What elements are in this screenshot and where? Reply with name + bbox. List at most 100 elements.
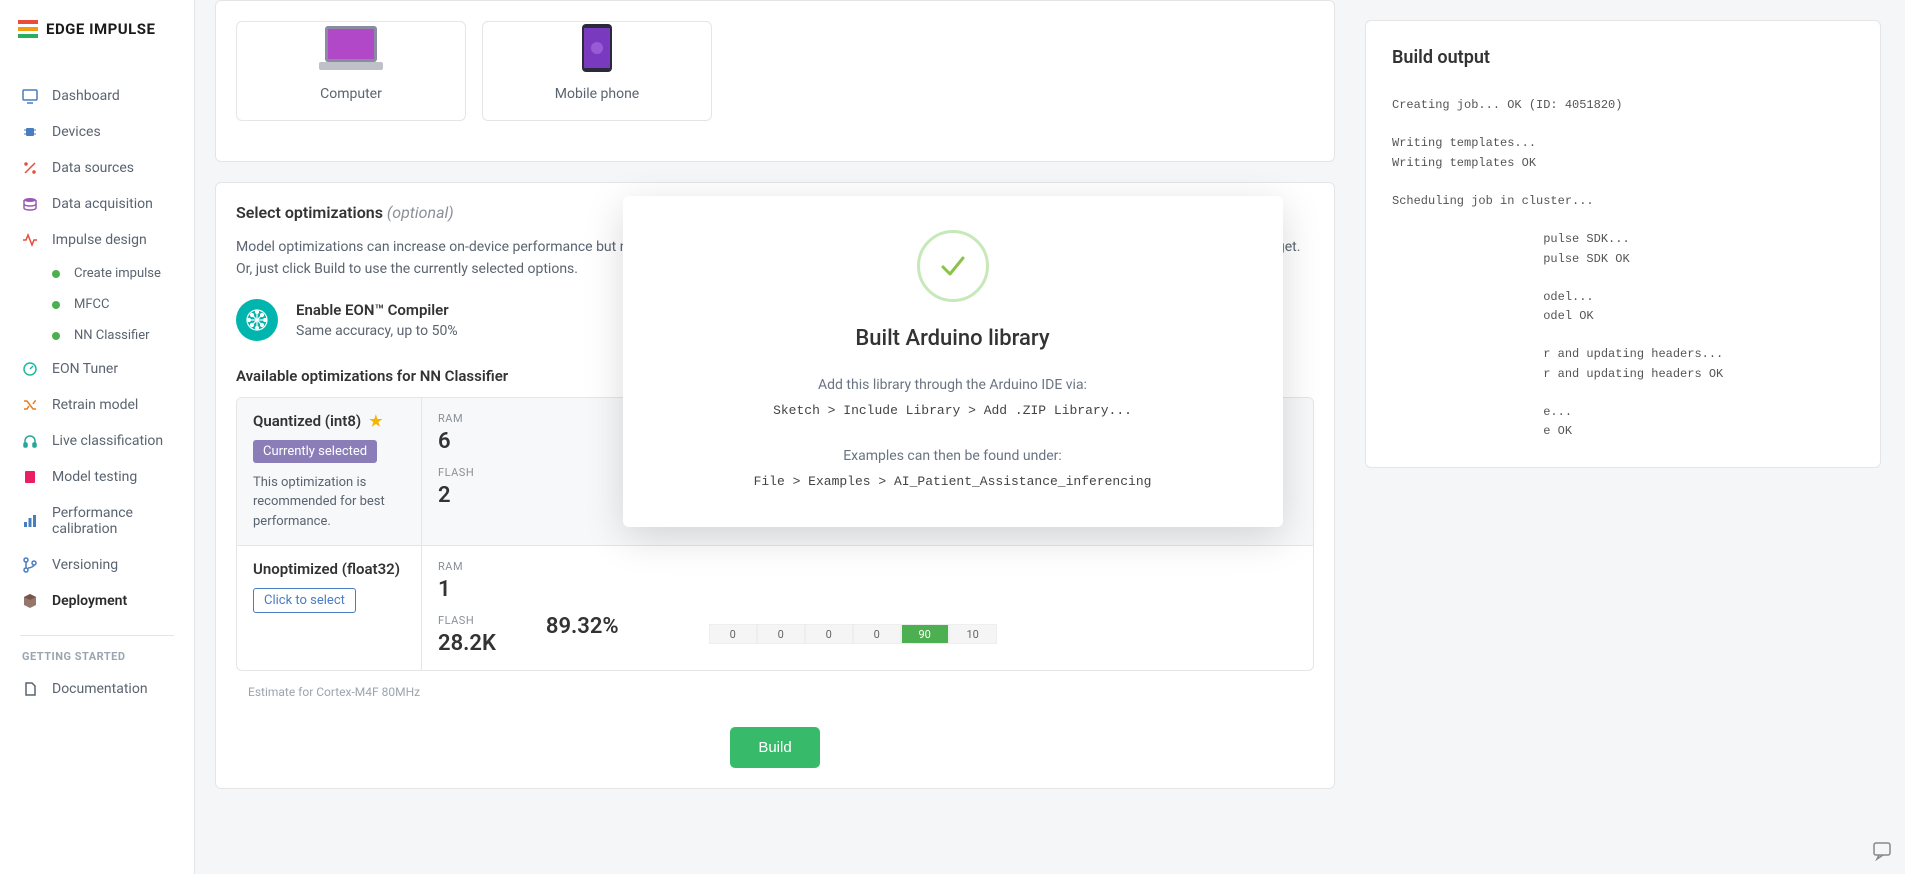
eon-title: Enable EON™ Compiler [296, 301, 458, 319]
gauge-icon [22, 361, 38, 377]
modal-instruction: Add this library through the Arduino IDE… [663, 377, 1243, 393]
ram-label: RAM [438, 412, 474, 425]
flash-value: 2 [438, 483, 474, 508]
modal-code-path: Sketch > Include Library > Add .ZIP Libr… [663, 403, 1243, 418]
click-to-select-button[interactable]: Click to select [253, 588, 356, 613]
pulse-icon [22, 232, 38, 248]
confusion-cell: 90 [901, 624, 949, 644]
flash-label: FLASH [438, 614, 496, 627]
status-dot-icon [52, 332, 60, 340]
confusion-cell: 0 [709, 624, 757, 644]
sidebar-item-devices[interactable]: Devices [0, 114, 194, 150]
target-label: Mobile phone [483, 86, 711, 102]
sidebar-item-data-sources[interactable]: Data sources [0, 150, 194, 186]
database-icon [22, 196, 38, 212]
recommendation-text: This optimization is recommended for bes… [253, 473, 405, 532]
logo-text: EDGE IMPULSE [46, 20, 155, 38]
phone-icon [483, 22, 711, 72]
ram-value: 6 [438, 429, 474, 454]
confusion-cell: 0 [805, 624, 853, 644]
sidebar-item-label: Performance calibration [52, 505, 172, 537]
sidebar-item-label: Model testing [52, 469, 137, 485]
confusion-cell: 10 [949, 624, 997, 644]
optimization-unoptimized-row: Unoptimized (float32) Click to select RA… [237, 546, 1313, 670]
confusion-row: 0 0 0 0 90 10 [709, 624, 997, 644]
optional-hint: (optional) [387, 203, 454, 222]
sidebar-item-label: Dashboard [52, 88, 120, 104]
status-dot-icon [52, 270, 60, 278]
branch-icon [22, 557, 38, 573]
sidebar: EDGE IMPULSE Dashboard Devices Data sour… [0, 0, 195, 874]
build-output-title: Build output [1392, 47, 1854, 68]
status-dot-icon [52, 301, 60, 309]
build-button[interactable]: Build [730, 727, 819, 768]
sidebar-item-label: Retrain model [52, 397, 138, 413]
optimization-name: Unoptimized (float32) [253, 560, 405, 578]
sidebar-item-model-testing[interactable]: Model testing [0, 459, 194, 495]
sidebar-item-label: Create impulse [74, 266, 161, 281]
target-label: Computer [237, 86, 465, 102]
right-column: Build output Creating job... OK (ID: 405… [1355, 0, 1905, 874]
star-icon: ★ [369, 412, 382, 430]
laptop-icon [237, 22, 465, 72]
target-computer[interactable]: Computer [236, 21, 466, 121]
sidebar-item-live-classification[interactable]: Live classification [0, 423, 194, 459]
sidebar-item-label: Impulse design [52, 232, 147, 248]
sidebar-item-impulse-design[interactable]: Impulse design [0, 222, 194, 258]
section-getting-started: GETTING STARTED [0, 636, 194, 671]
sidebar-item-label: Deployment [52, 593, 127, 609]
currently-selected-badge: Currently selected [253, 440, 377, 463]
sidebar-item-label: Live classification [52, 433, 163, 449]
sidebar-item-label: Data sources [52, 160, 134, 176]
sidebar-item-data-acquisition[interactable]: Data acquisition [0, 186, 194, 222]
build-output-panel: Build output Creating job... OK (ID: 405… [1365, 20, 1881, 468]
ram-value: 1 [438, 577, 496, 602]
wand-icon [22, 160, 38, 176]
document-icon [22, 681, 38, 697]
monitor-icon [22, 88, 38, 104]
sidebar-item-documentation[interactable]: Documentation [0, 671, 194, 707]
sidebar-item-eon-tuner[interactable]: EON Tuner [0, 351, 194, 387]
sidebar-item-label: NN Classifier [74, 328, 150, 343]
success-check-icon [917, 230, 989, 302]
sidebar-sub-create-impulse[interactable]: Create impulse [30, 258, 194, 289]
sidebar-item-label: Versioning [52, 557, 118, 573]
eon-subtitle: Same accuracy, up to 50% [296, 323, 458, 339]
sidebar-item-label: Data acquisition [52, 196, 153, 212]
feedback-icon[interactable] [1871, 840, 1893, 862]
chip-icon [22, 124, 38, 140]
nav-sub: Create impulse MFCC NN Classifier [0, 258, 194, 351]
built-library-modal: Built Arduino library Add this library t… [623, 196, 1283, 527]
target-mobile[interactable]: Mobile phone [482, 21, 712, 121]
ram-label: RAM [438, 560, 496, 573]
confusion-cell: 0 [757, 624, 805, 644]
clipboard-icon [22, 469, 38, 485]
sidebar-item-retrain-model[interactable]: Retrain model [0, 387, 194, 423]
sidebar-sub-nn-classifier[interactable]: NN Classifier [30, 320, 194, 351]
sidebar-item-deployment[interactable]: Deployment [0, 583, 194, 619]
sidebar-item-label: MFCC [74, 297, 109, 312]
neural-icon [236, 299, 278, 341]
confusion-cell: 0 [853, 624, 901, 644]
estimate-note: Estimate for Cortex-M4F 80MHz [236, 685, 1314, 699]
nav: Dashboard Devices Data sources Data acqu… [0, 58, 194, 717]
console-output: Creating job... OK (ID: 4051820) Writing… [1392, 96, 1854, 441]
sidebar-item-label: EON Tuner [52, 361, 118, 377]
shuffle-icon [22, 397, 38, 413]
flash-value: 28.2K [438, 631, 496, 656]
sidebar-sub-mfcc[interactable]: MFCC [30, 289, 194, 320]
modal-code-path: File > Examples > AI_Patient_Assistance_… [663, 474, 1243, 489]
chart-icon [22, 513, 38, 529]
sidebar-item-versioning[interactable]: Versioning [0, 547, 194, 583]
targets-panel: Computer Mobile phone [215, 0, 1335, 162]
headphones-icon [22, 433, 38, 449]
sidebar-item-label: Devices [52, 124, 101, 140]
sidebar-item-performance-calibration[interactable]: Performance calibration [0, 495, 194, 547]
logo[interactable]: EDGE IMPULSE [0, 0, 194, 58]
sidebar-item-label: Documentation [52, 681, 148, 697]
modal-instruction: Examples can then be found under: [663, 448, 1243, 464]
sidebar-item-dashboard[interactable]: Dashboard [0, 78, 194, 114]
optimization-name: Quantized (int8) ★ [253, 412, 405, 430]
modal-title: Built Arduino library [663, 326, 1243, 351]
logo-icon [18, 20, 38, 38]
